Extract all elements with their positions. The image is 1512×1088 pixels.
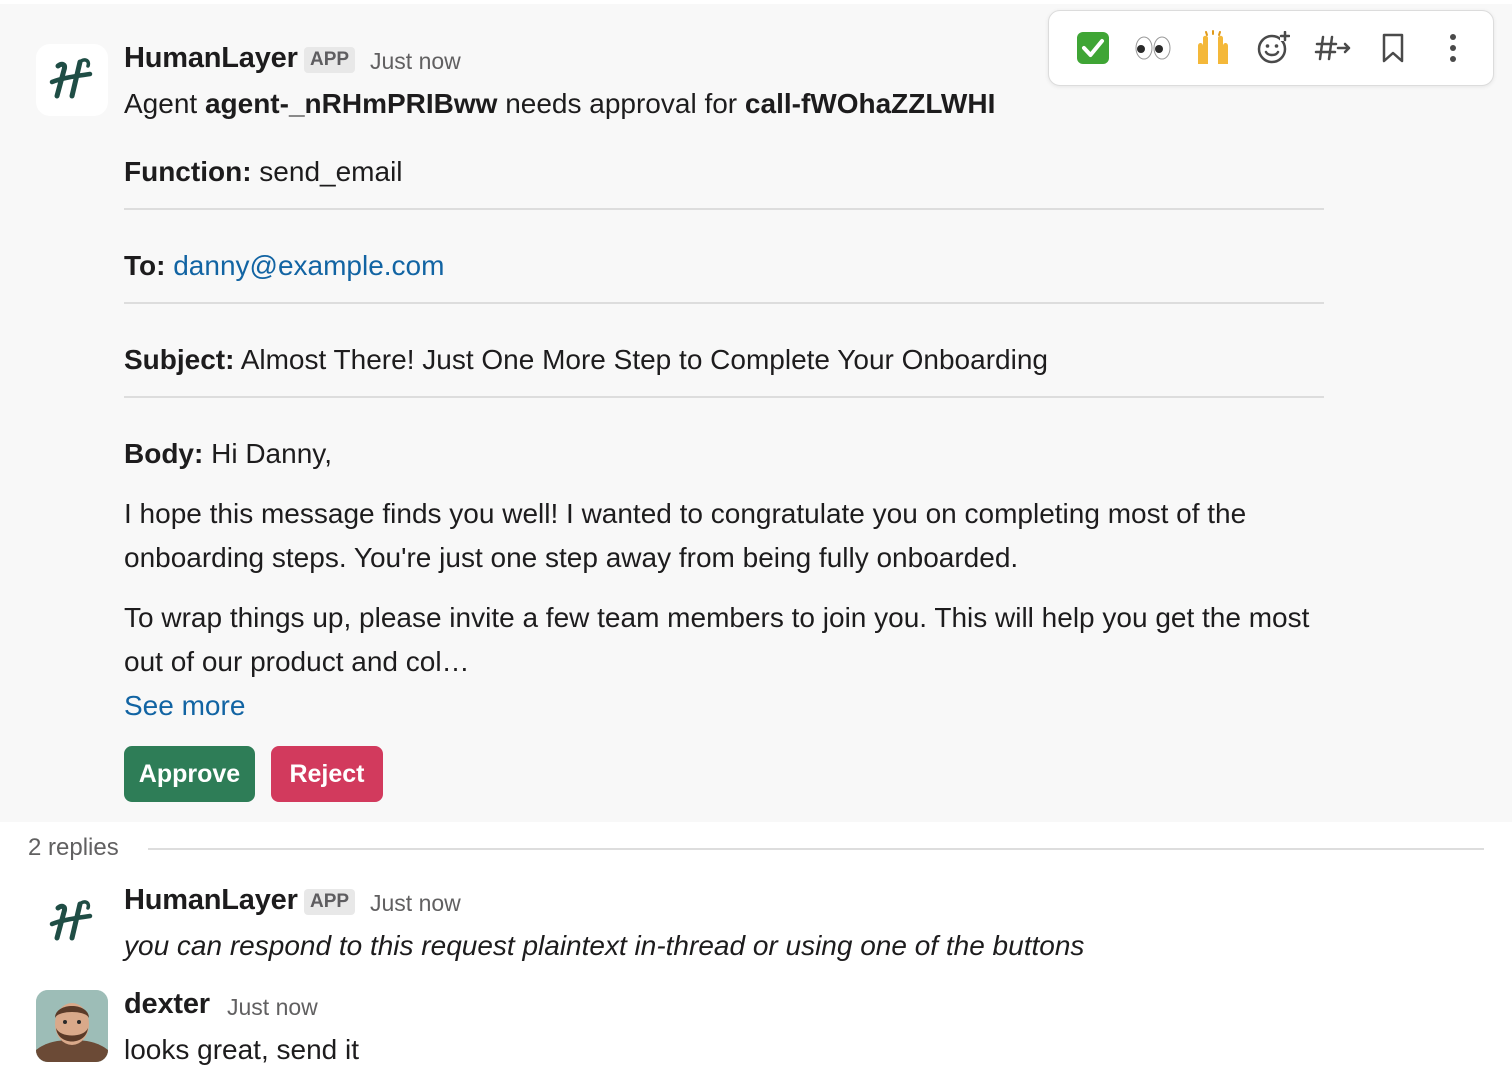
humanlayer-avatar[interactable] [36, 886, 108, 958]
humanlayer-logo-icon [49, 58, 93, 99]
divider [124, 302, 1324, 304]
to-label: To: [124, 250, 166, 281]
approve-button[interactable]: Approve [124, 746, 255, 802]
replies-divider [148, 848, 1484, 850]
add-reaction-button[interactable] [1243, 20, 1303, 76]
dexter-avatar[interactable] [36, 990, 108, 1062]
email-link[interactable]: danny@example.com [173, 250, 444, 281]
check-mark-reaction-button[interactable] [1063, 20, 1123, 76]
function-field: Function: send_email [124, 150, 403, 194]
author-name[interactable]: HumanLayer [124, 42, 298, 75]
raised-hands-reaction-button[interactable] [1183, 20, 1243, 76]
save-message-button[interactable] [1363, 20, 1423, 76]
reply-text: you can respond to this request plaintex… [124, 930, 1085, 961]
bookmark-icon [1382, 33, 1404, 63]
body-paragraph: I hope this message finds you well! I wa… [124, 498, 1247, 573]
approval-intro: Agent agent-_nRHmPRIBww needs approval f… [124, 82, 995, 126]
divider [124, 208, 1324, 210]
function-label: Function: [124, 156, 252, 187]
call-id: call-fWOhaZZLWHI [744, 88, 996, 119]
hash-arrow-icon [1314, 35, 1351, 61]
intro-middle: needs approval for [497, 88, 745, 119]
reply-in-channel-button[interactable] [1303, 20, 1363, 76]
reject-button[interactable]: Reject [271, 746, 383, 802]
eyes-reaction-button[interactable] [1123, 20, 1183, 76]
more-actions-button[interactable] [1423, 20, 1483, 76]
subject-value: Almost There! Just One More Step to Comp… [234, 344, 1048, 375]
user-photo-icon [36, 990, 108, 1062]
reply-author-name[interactable]: HumanLayer [124, 884, 298, 917]
body-paragraph: To wrap things up, please invite a few t… [124, 602, 1310, 677]
check-mark-icon [1077, 32, 1109, 64]
divider [124, 396, 1324, 398]
to-field: To: danny@example.com [124, 244, 444, 288]
eyes-icon [1135, 36, 1171, 60]
reply-text: looks great, send it [124, 1034, 360, 1065]
app-badge: APP [304, 47, 356, 73]
humanlayer-logo-icon [49, 900, 93, 941]
body-label: Body: [124, 438, 204, 469]
subject-label: Subject: [124, 344, 235, 375]
reply-timestamp[interactable]: Just now [227, 994, 318, 1021]
humanlayer-avatar[interactable] [36, 44, 108, 116]
subject-field: Subject: Almost There! Just One More Ste… [124, 338, 1048, 382]
raised-hands-icon [1198, 30, 1228, 64]
reply-author-name[interactable]: dexter [124, 988, 210, 1021]
message-actions-toolbar [1048, 10, 1494, 86]
emoji-add-icon [1257, 31, 1290, 64]
function-value: send_email [251, 156, 403, 187]
app-badge: APP [304, 889, 356, 915]
kebab-icon [1450, 34, 1456, 62]
replies-count[interactable]: 2 replies [28, 834, 119, 862]
intro-prefix: Agent [124, 88, 205, 119]
body-greeting: Hi Danny, [203, 438, 332, 469]
body-field: Body: Hi Danny, [124, 432, 332, 476]
agent-id: agent-_nRHmPRIBww [204, 88, 498, 119]
see-more-link[interactable]: See more [124, 684, 245, 728]
reply-timestamp[interactable]: Just now [370, 890, 461, 917]
message-timestamp[interactable]: Just now [370, 48, 461, 75]
